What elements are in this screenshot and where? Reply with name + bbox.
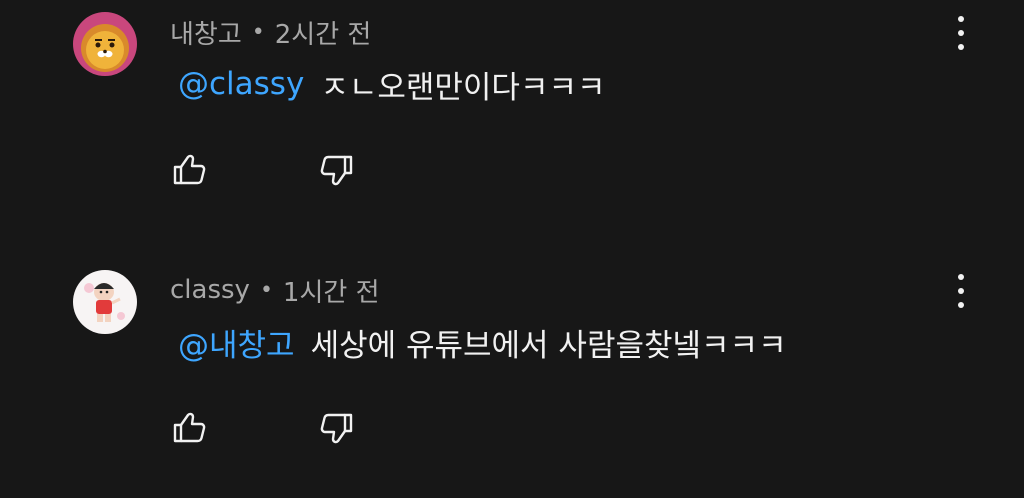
thumbs-down-icon xyxy=(320,155,353,186)
more-vert-icon xyxy=(958,274,964,280)
avatar[interactable] xyxy=(73,12,137,76)
more-vert-icon xyxy=(958,16,964,22)
lion-avatar-icon xyxy=(73,12,137,76)
comment-author[interactable]: 내창고 xyxy=(170,14,242,51)
more-options-button[interactable] xyxy=(950,274,972,308)
more-vert-dot xyxy=(958,302,964,308)
comment-meta: 내창고 • 2시간 전 xyxy=(170,14,371,50)
cartoon-boy-avatar-icon xyxy=(73,270,137,334)
more-vert-dot xyxy=(958,44,964,50)
more-options-button[interactable] xyxy=(950,16,972,50)
more-vert-dot xyxy=(958,288,964,294)
more-vert-dot xyxy=(958,30,964,36)
comment-time[interactable]: 1시간 전 xyxy=(283,272,380,309)
comment-text: @내창고 세상에 유튜브에서 사람을찾넼ㅋㅋㅋ xyxy=(178,320,787,365)
meta-separator: • xyxy=(259,277,273,303)
comment-time[interactable]: 2시간 전 xyxy=(275,14,372,51)
comment-item: classy • 1시간 전 @내창고 세상에 유튜브에서 사람을찾넼ㅋㅋㅋ xyxy=(0,258,1024,498)
comment-body: ㅈㄴ오랜만이다ㅋㅋㅋ xyxy=(320,69,606,106)
comment-author[interactable]: classy xyxy=(170,275,250,305)
thumbs-down-icon xyxy=(320,413,353,444)
meta-separator: • xyxy=(251,19,265,45)
thumbs-up-icon xyxy=(173,154,206,185)
comment-text: @classy ㅈㄴ오랜만이다ㅋㅋㅋ xyxy=(178,64,606,106)
comment-item: 내창고 • 2시간 전 @classy ㅈㄴ오랜만이다ㅋㅋㅋ xyxy=(0,0,1024,240)
avatar[interactable] xyxy=(73,270,137,334)
dislike-button[interactable] xyxy=(316,150,356,190)
thumbs-up-icon xyxy=(173,412,206,443)
like-button[interactable] xyxy=(170,150,210,190)
dislike-button[interactable] xyxy=(316,408,356,448)
comment-meta: classy • 1시간 전 xyxy=(170,272,380,308)
mention-link[interactable]: @classy xyxy=(178,66,304,102)
comment-body: 세상에 유튜브에서 사람을찾넼ㅋㅋㅋ xyxy=(310,327,787,364)
like-button[interactable] xyxy=(170,408,210,448)
mention-link[interactable]: @내창고 xyxy=(178,320,295,365)
